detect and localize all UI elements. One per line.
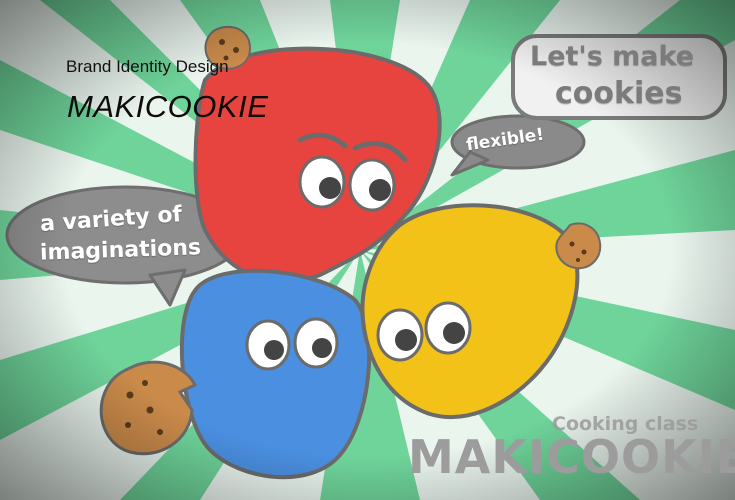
brand-title: MAKICOOKIE: [67, 89, 269, 124]
bubble-lets-make-line1: Let's make: [530, 41, 695, 72]
brand-subtitle: Brand Identity Design: [66, 57, 229, 76]
footer-brand-wordmark: MAKICOOKIE: [408, 430, 735, 484]
brand-poster: Brand Identity Design MAKICOOKIE flexibl…: [0, 0, 735, 500]
bubble-lets-make-line2: cookies: [555, 76, 683, 111]
